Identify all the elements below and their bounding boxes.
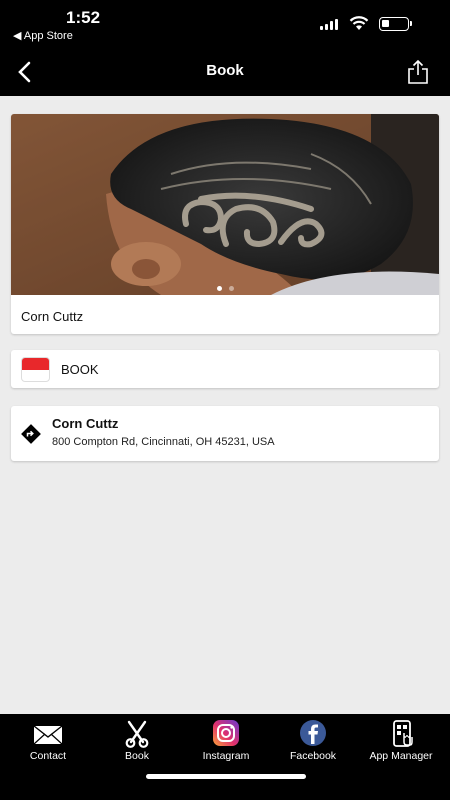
tab-facebook[interactable]: Facebook	[268, 714, 358, 778]
book-button[interactable]: BOOK	[11, 350, 439, 388]
status-time: 1:52	[66, 8, 101, 27]
status-bar: 1:52 ◀ App Store	[0, 0, 450, 48]
location-address: 800 Compton Rd, Cincinnati, OH 45231, US…	[52, 436, 275, 448]
tab-app-manager[interactable]: App Manager	[356, 714, 446, 778]
gallery-card: Corn Cuttz	[11, 114, 439, 334]
navigation-bar: Book	[0, 48, 450, 96]
location-card[interactable]: Corn Cuttz 800 Compton Rd, Cincinnati, O…	[11, 406, 439, 461]
tab-instagram[interactable]: Instagram	[181, 714, 271, 778]
gallery-dot[interactable]	[228, 286, 234, 291]
gallery-dot[interactable]	[216, 286, 222, 291]
tab-contact-label: Contact	[29, 750, 67, 762]
tab-book[interactable]: Book	[92, 714, 182, 778]
scissors-icon	[125, 720, 149, 748]
tab-instagram-label: Instagram	[202, 750, 250, 762]
haircut-photo[interactable]	[11, 114, 439, 295]
tab-contact[interactable]: Contact	[3, 714, 93, 778]
envelope-icon	[33, 725, 63, 745]
wifi-icon	[349, 16, 369, 30]
home-indicator[interactable]	[146, 774, 306, 779]
directions-icon	[21, 424, 41, 444]
back-to-app-store-link[interactable]: ◀ App Store	[13, 29, 73, 42]
instagram-icon	[213, 720, 239, 746]
book-button-label: BOOK	[61, 362, 99, 377]
tab-book-label: Book	[125, 750, 149, 762]
tab-bar: Contact Book Instagram Facebook App Mana…	[0, 714, 450, 800]
facebook-icon	[300, 720, 326, 746]
battery-icon	[379, 17, 412, 31]
gallery-caption: Corn Cuttz	[21, 309, 84, 324]
cellular-signal-icon	[320, 19, 338, 30]
tab-facebook-label: Facebook	[289, 750, 337, 762]
gallery-page-indicator[interactable]	[11, 286, 439, 291]
location-name: Corn Cuttz	[52, 416, 119, 431]
tab-app-manager-label: App Manager	[369, 750, 433, 762]
app-manager-icon	[393, 720, 413, 747]
share-icon[interactable]	[404, 58, 432, 86]
calendar-icon	[21, 357, 50, 382]
page-title: Book	[206, 62, 244, 79]
